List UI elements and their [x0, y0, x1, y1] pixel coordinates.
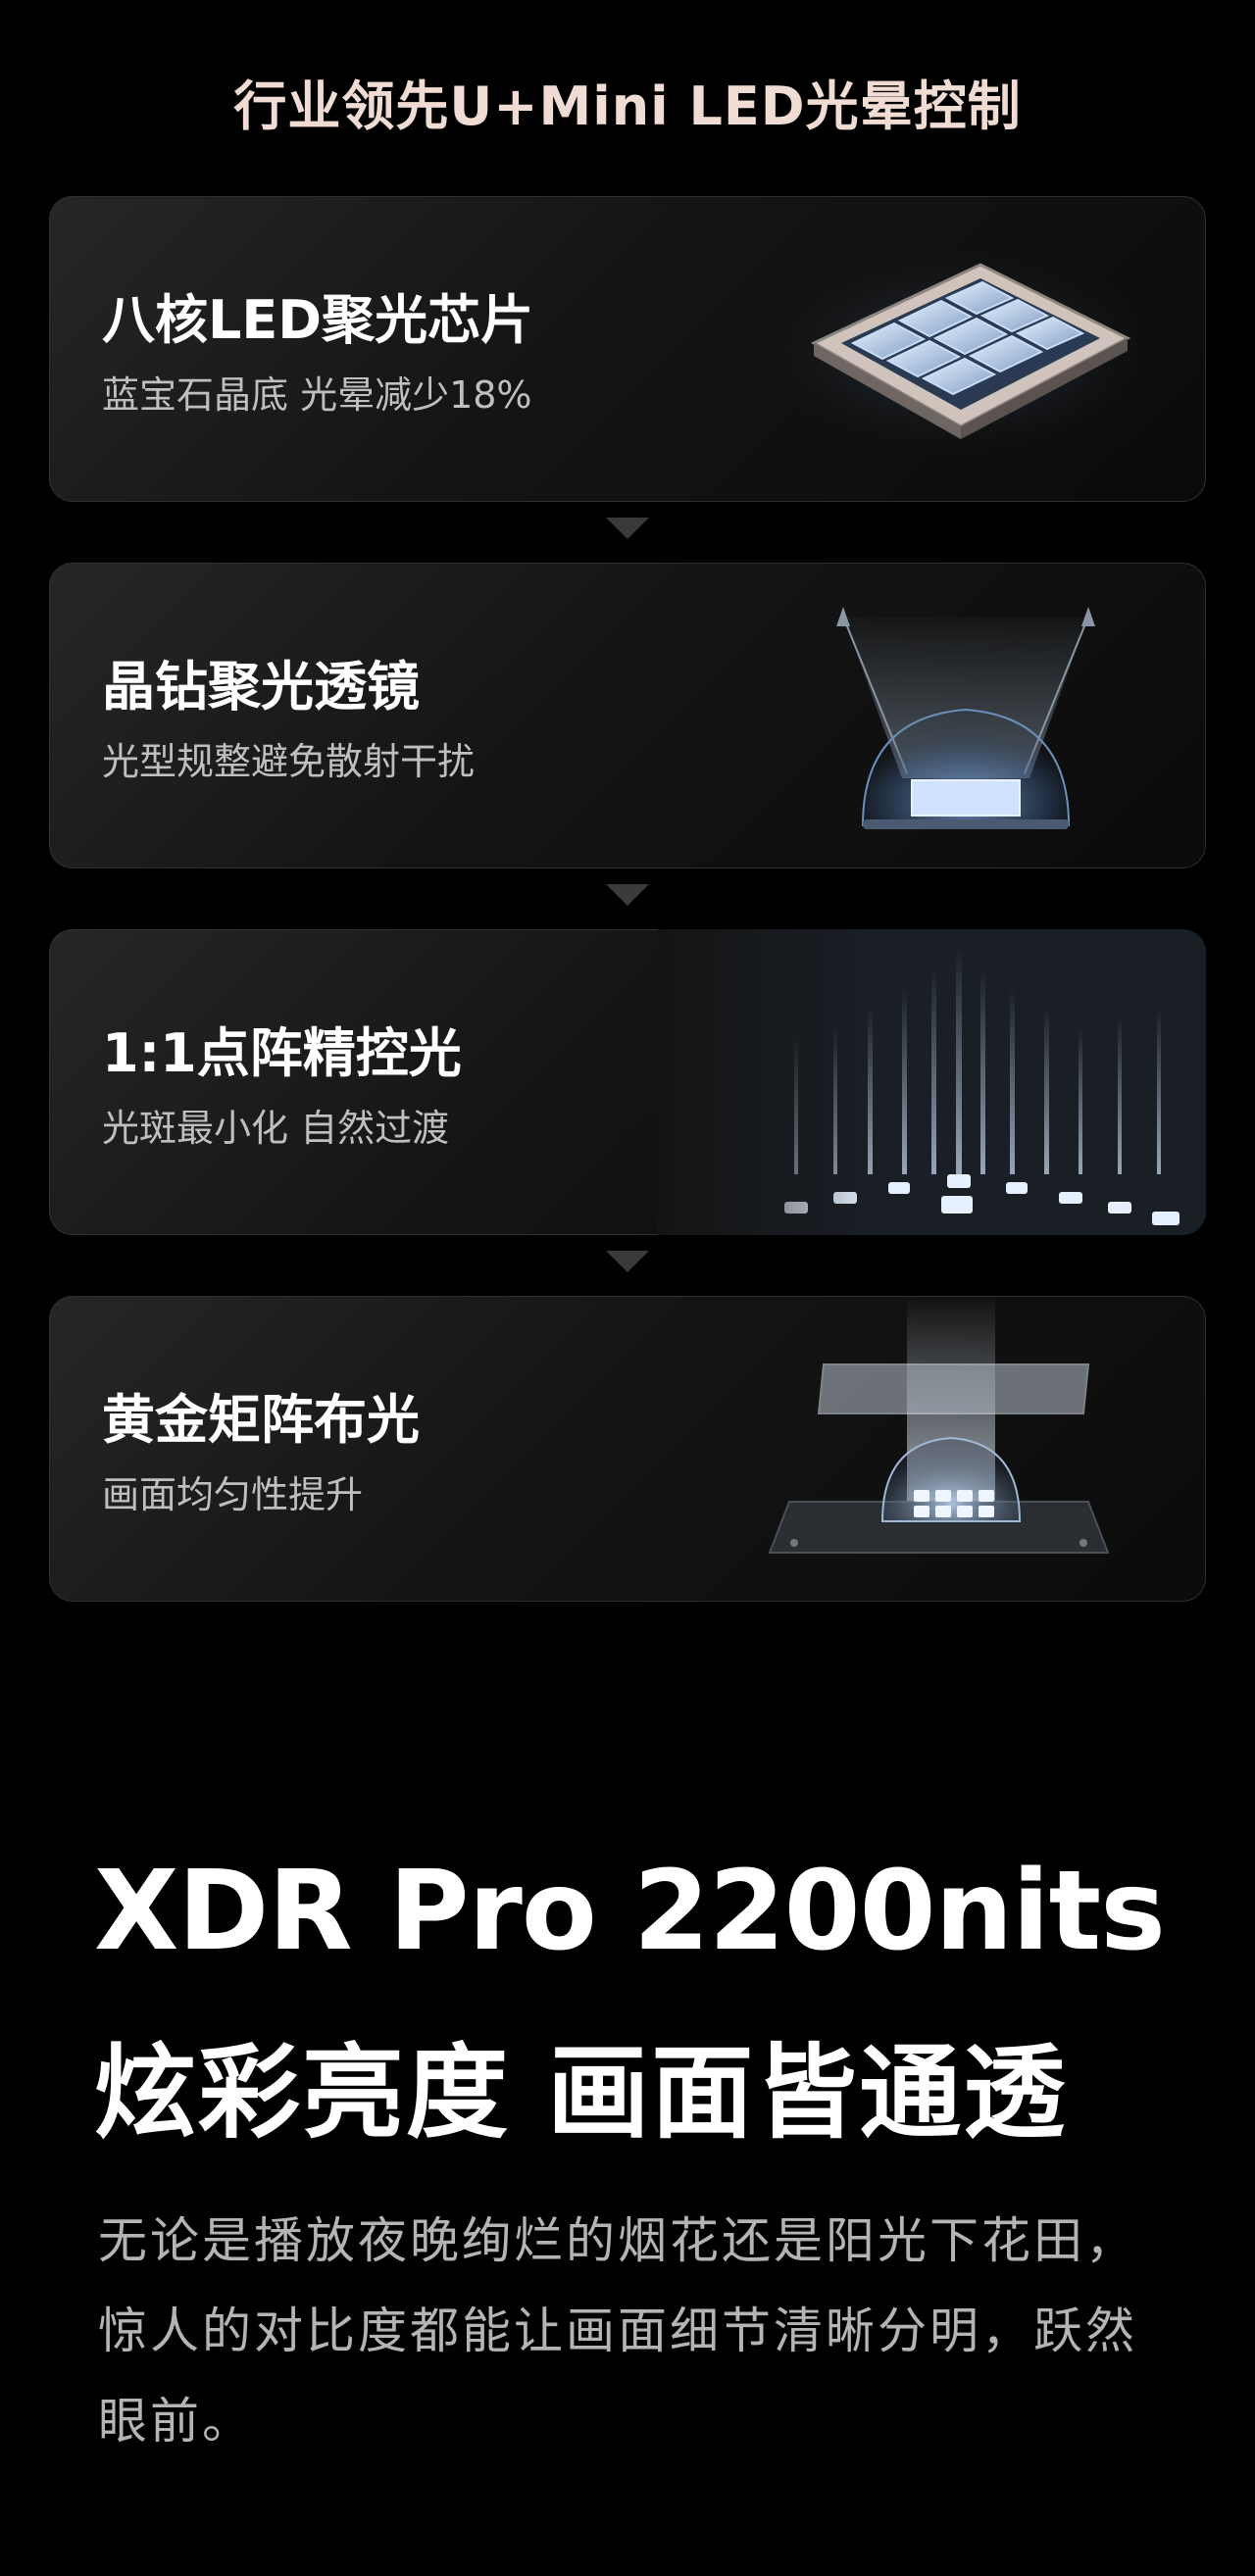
headline-primary: XDR Pro 2200nits: [94, 1848, 1166, 1975]
card-title: 八核LED聚光芯片: [102, 289, 534, 351]
chevron-down-icon: [606, 884, 649, 906]
feature-card-led-array: 1:1点阵精控光 光斑最小化 自然过渡: [49, 929, 1206, 1235]
card-title: 黄金矩阵布光: [102, 1389, 420, 1451]
chevron-down-icon: [606, 518, 649, 539]
lens-dome-icon: [836, 607, 1095, 829]
headline-secondary: 炫彩亮度 画面皆通透: [94, 2033, 1068, 2153]
chevron-down-icon: [606, 1251, 649, 1272]
card-subtitle: 画面均匀性提升: [102, 1473, 364, 1516]
feature-card-lens: 晶钻聚光透镜 光型规整避免散射干扰: [49, 563, 1206, 868]
card-subtitle: 光斑最小化 自然过渡: [102, 1107, 450, 1150]
led-chip-icon: [735, 235, 1186, 471]
feature-card-light-matrix: 黄金矩阵布光 画面均匀性提升: [49, 1296, 1206, 1602]
card-title: 晶钻聚光透镜: [102, 656, 420, 718]
card-subtitle: 蓝宝石晶底 光晕减少18%: [102, 373, 532, 417]
description-paragraph: 无论是播放夜晚绚烂的烟花还是阳光下花田，惊人的对比度都能让画面细节清晰分明，跃然…: [98, 2212, 1137, 2450]
card-title: 1:1点阵精控光: [102, 1022, 462, 1084]
card-subtitle: 光型规整避免散射干扰: [102, 740, 476, 783]
led-array-icon: [657, 929, 1206, 1235]
light-matrix-icon: [768, 1296, 1110, 1554]
section-title: 行业领先U+Mini LED光晕控制: [233, 75, 1022, 137]
feature-card-led-chip: 八核LED聚光芯片 蓝宝石晶底 光晕减少18%: [49, 196, 1206, 502]
